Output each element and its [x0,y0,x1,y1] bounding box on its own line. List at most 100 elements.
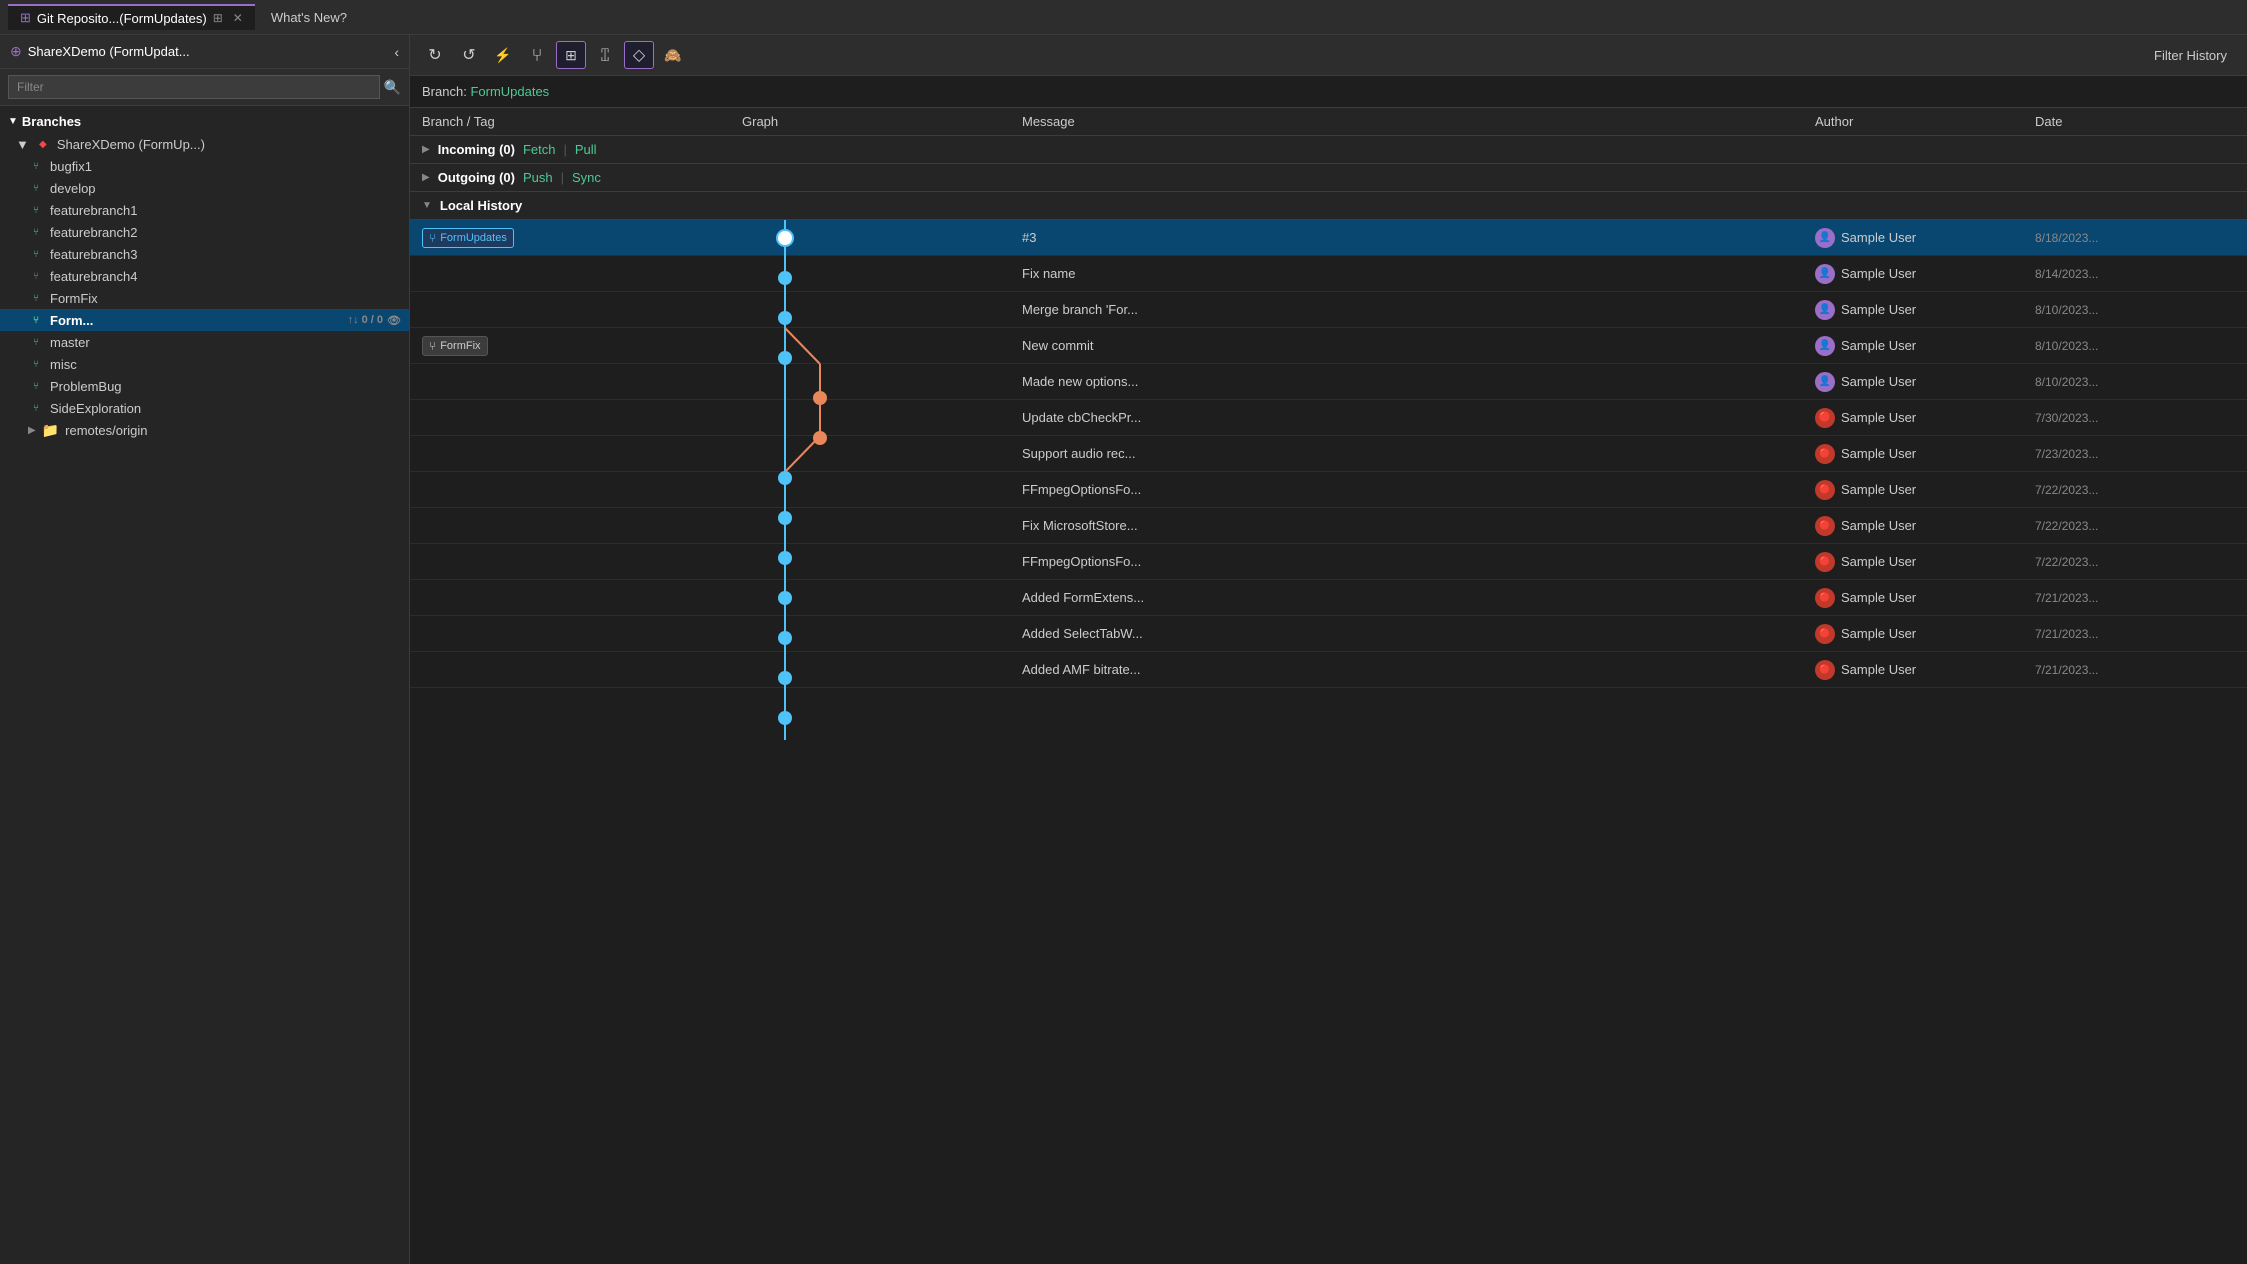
commit-graph-button[interactable]: ⊞ [556,41,586,69]
date-cell: 7/21/2023... [2035,627,2235,641]
branch-badge-icon: ⑂ [429,339,436,353]
toolbar: ↻ ↺ ⚡ ⑂ ⊞ ⑄ ◇ 🙈 Filter History [410,35,2247,76]
branch-icon-red: ◆ [35,136,51,152]
tab-close-button[interactable]: ✕ [233,11,243,25]
branch-icon-green: ⑂ [28,356,44,372]
sidebar-item-problembug[interactable]: ⑂ ProblemBug [0,375,409,397]
branch-icon-green: ⑂ [28,246,44,262]
graph-cell [742,476,1022,503]
branch-button[interactable]: ⑂ [522,41,552,69]
sidebar: ⊕ ShareXDemo (FormUpdat... ‹ 🔍 ▼ Branche… [0,35,410,1264]
sidebar-filter-bar: 🔍 [0,69,409,106]
header-author: Author [1815,114,2035,129]
git-repository-tab[interactable]: ⊞ Git Reposito...(FormUpdates) ⊞ ✕ [8,4,255,30]
graph-cell [742,548,1022,575]
table-row[interactable]: Added AMF bitrate... 🔴 Sample User 7/21/… [410,652,2247,688]
branch-icon-green: ⑂ [28,334,44,350]
whats-new-tab[interactable]: What's New? [255,6,363,29]
sidebar-item-develop[interactable]: ⑂ develop [0,177,409,199]
filter-history-button[interactable]: Filter History [2144,44,2237,67]
sidebar-item-sharexdemo[interactable]: ▼ ◆ ShareXDemo (FormUp...) [0,133,409,155]
branch-badge-icon: ⑂ [429,231,436,245]
sidebar-item-sideexploration[interactable]: ⑂ SideExploration [0,397,409,419]
outgoing-section[interactable]: ▶ Outgoing (0) Push | Sync [410,164,2247,192]
outgoing-arrow-icon: ▶ [422,172,430,183]
undo-button[interactable]: ↺ [454,41,484,69]
tag-button[interactable]: ◇ [624,41,654,69]
branch-badge-formupdates: ⑂ FormUpdates [422,228,514,248]
sidebar-item-featurebranch1[interactable]: ⑂ featurebranch1 [0,199,409,221]
sidebar-item-bugfix1[interactable]: ⑂ bugfix1 [0,155,409,177]
message-cell: New commit [1022,338,1815,353]
commits-graph-area: ⑂ FormUpdates #3 👤 Sample User 8/18/2023… [410,220,2247,688]
table-row[interactable]: Added SelectTabW... 🔴 Sample User 7/21/2… [410,616,2247,652]
date-cell: 8/18/2023... [2035,231,2235,245]
sidebar-item-form-active[interactable]: ⑂ Form... ↑↓ 0 / 0 👁 [0,309,409,331]
sidebar-item-formfix[interactable]: ⑂ FormFix [0,287,409,309]
message-cell: Added FormExtens... [1022,590,1815,605]
avatar: 👤 [1815,372,1835,392]
date-cell: 7/23/2023... [2035,447,2235,461]
table-row[interactable]: ⑂ FormUpdates #3 👤 Sample User 8/18/2023… [410,220,2247,256]
sync-button[interactable]: Sync [572,170,601,185]
local-history-section[interactable]: ▼ Local History [410,192,2247,220]
table-row[interactable]: Fix name 👤 Sample User 8/14/2023... [410,256,2247,292]
branch-icon-green: ⑂ [28,158,44,174]
table-row[interactable]: FFmpegOptionsFo... 🔴 Sample User 7/22/20… [410,472,2247,508]
sidebar-item-master[interactable]: ⑂ master [0,331,409,353]
sidebar-item-remotes[interactable]: ▶ 📁 remotes/origin [0,419,409,442]
author-cell: 👤 Sample User [1815,336,2035,356]
branch-icon-green: ⑂ [28,224,44,240]
message-cell: #3 [1022,230,1815,245]
avatar: 👤 [1815,264,1835,284]
author-cell: 🔴 Sample User [1815,660,2035,680]
branches-arrow-icon: ▼ [8,116,18,127]
message-cell: Merge branch 'For... [1022,302,1815,317]
graph-cell [742,440,1022,467]
date-cell: 7/22/2023... [2035,483,2235,497]
avatar: 🔴 [1815,408,1835,428]
message-cell: FFmpegOptionsFo... [1022,554,1815,569]
sidebar-item-featurebranch2[interactable]: ⑂ featurebranch2 [0,221,409,243]
graph-cell [742,260,1022,287]
table-row[interactable]: Made new options... 👤 Sample User 8/10/2… [410,364,2247,400]
refresh-button[interactable]: ↻ [420,41,450,69]
merge-button[interactable]: ⑄ [590,41,620,69]
incoming-section[interactable]: ▶ Incoming (0) Fetch | Pull [410,136,2247,164]
fetch-button[interactable]: Fetch [523,142,556,157]
date-cell: 7/22/2023... [2035,555,2235,569]
message-cell: Added AMF bitrate... [1022,662,1815,677]
incoming-arrow-icon: ▶ [422,144,430,155]
history-table: Branch / Tag Graph Message Author Date ▶… [410,108,2247,1264]
avatar: 👤 [1815,336,1835,356]
filter-input[interactable] [8,75,380,99]
table-row[interactable]: ⑂ FormFix New commit 👤 Sample User 8/10/… [410,328,2247,364]
main-layout: ⊕ ShareXDemo (FormUpdat... ‹ 🔍 ▼ Branche… [0,35,2247,1264]
branch-icon-gray: ⑂ [28,268,44,284]
expand-arrow-icon: ▼ [16,137,29,152]
table-row[interactable]: FFmpegOptionsFo... 🔴 Sample User 7/22/20… [410,544,2247,580]
header-message: Message [1022,114,1815,129]
sidebar-item-misc[interactable]: ⑂ misc [0,353,409,375]
sidebar-item-featurebranch4[interactable]: ⑂ featurebranch4 [0,265,409,287]
table-row[interactable]: Support audio rec... 🔴 Sample User 7/23/… [410,436,2247,472]
graph-node-12 [779,712,791,724]
push-button[interactable]: Push [523,170,553,185]
git-tab-icon: ⊞ [20,10,31,26]
graph-cell [742,332,1022,359]
collapse-sidebar-button[interactable]: ‹ [394,44,399,60]
stash-button[interactable]: ⚡ [488,41,518,69]
table-row[interactable]: Update cbCheckPr... 🔴 Sample User 7/30/2… [410,400,2247,436]
pull-button[interactable]: Pull [575,142,597,157]
pin-icon[interactable]: ⊞ [213,11,223,25]
sidebar-item-featurebranch3[interactable]: ⑂ featurebranch3 [0,243,409,265]
table-row[interactable]: Fix MicrosoftStore... 🔴 Sample User 7/22… [410,508,2247,544]
branches-section-header[interactable]: ▼ Branches [0,110,409,133]
filter-search-button[interactable]: 🔍 [384,79,401,96]
author-cell: 👤 Sample User [1815,372,2035,392]
graph-cell [742,404,1022,431]
eye-off-button[interactable]: 🙈 [658,41,688,69]
repo-icon: ⊕ [10,43,22,60]
table-row[interactable]: Added FormExtens... 🔴 Sample User 7/21/2… [410,580,2247,616]
table-row[interactable]: Merge branch 'For... 👤 Sample User 8/10/… [410,292,2247,328]
